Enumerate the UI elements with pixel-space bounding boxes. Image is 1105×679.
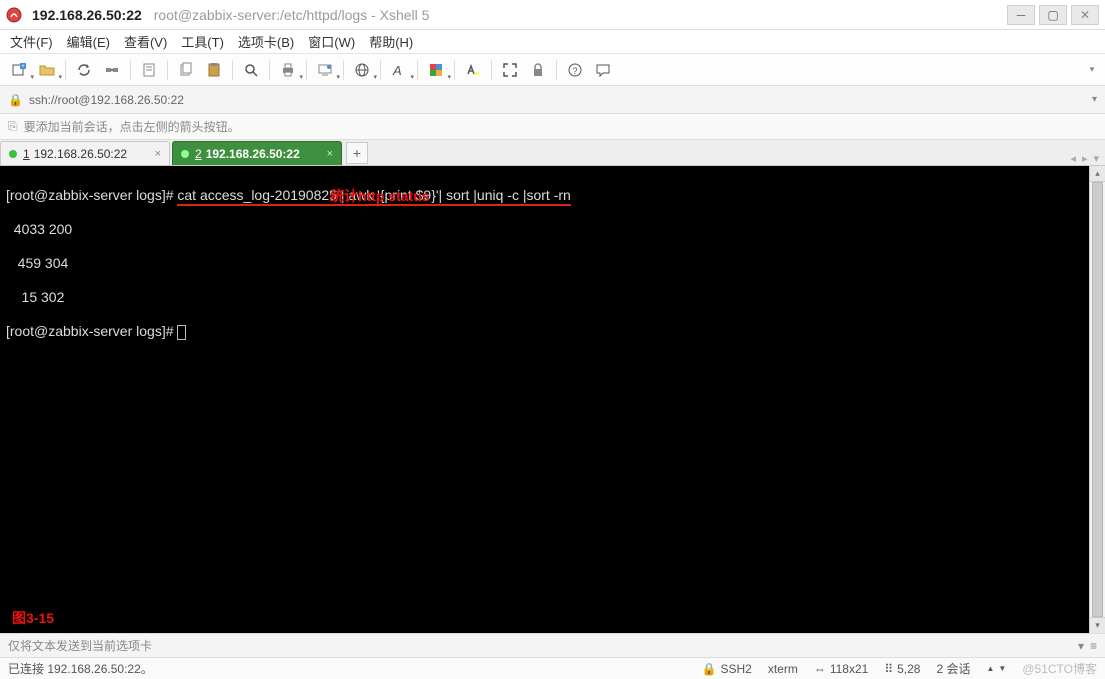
transfer-button[interactable]: ▾	[312, 58, 338, 82]
feedback-button[interactable]	[590, 58, 616, 82]
status-term: xterm	[768, 662, 798, 676]
scrollbar[interactable]: ▴ ▾	[1089, 166, 1105, 633]
copy-button[interactable]	[173, 58, 199, 82]
print-button[interactable]: ▾	[275, 58, 301, 82]
watermark: @51CTO博客	[1022, 660, 1097, 677]
status-bar: 已连接 192.168.26.50:22。 🔒SSH2 xterm ⇔ 118x2…	[0, 657, 1105, 679]
cursor	[177, 325, 186, 340]
tab-scroll-right-icon[interactable]: ▸	[1082, 152, 1088, 165]
menu-help[interactable]: 帮助(H)	[369, 32, 413, 51]
lock-icon: 🔒	[8, 93, 23, 107]
hint-bar: ⎘ 要添加当前会话，点击左侧的箭头按钮。	[0, 114, 1105, 140]
cursor-icon: ⠿	[884, 662, 893, 676]
prompt: [root@zabbix-server logs]#	[6, 323, 177, 339]
hint-text: 要添加当前会话，点击左侧的箭头按钮。	[24, 118, 240, 135]
prompt: [root@zabbix-server logs]#	[6, 187, 177, 203]
compose-hint: 仅将文本发送到当前选项卡	[8, 637, 152, 654]
output-line: 4033 200	[6, 221, 1083, 238]
status-dot-icon	[181, 150, 189, 158]
toolbar-overflow-button[interactable]: ▾	[1085, 58, 1099, 82]
color-scheme-button[interactable]: ▾	[423, 58, 449, 82]
maximize-button[interactable]: ▢	[1039, 5, 1067, 25]
font-button[interactable]: A▾	[386, 58, 412, 82]
fullscreen-button[interactable]	[497, 58, 523, 82]
compose-menu-icon[interactable]: ≡	[1090, 639, 1097, 653]
svg-text:A: A	[392, 63, 402, 78]
sessions-up-icon[interactable]: ▲	[987, 664, 995, 673]
reconnect-button[interactable]	[71, 58, 97, 82]
tab-2[interactable]: 2 192.168.26.50:22 ×	[172, 141, 342, 165]
terminal[interactable]: [root@zabbix-server logs]# cat access_lo…	[0, 166, 1089, 633]
compose-bar[interactable]: 仅将文本发送到当前选项卡 ▾ ≡	[0, 633, 1105, 657]
tab-1-number: 1	[23, 147, 30, 161]
close-button[interactable]: ✕	[1071, 5, 1099, 25]
menu-bar: 文件(F) 编辑(E) 查看(V) 工具(T) 选项卡(B) 窗口(W) 帮助(…	[0, 30, 1105, 54]
tab-1-close-icon[interactable]: ×	[147, 148, 161, 160]
address-bar[interactable]: 🔒 ssh://root@192.168.26.50:22 ▾	[0, 86, 1105, 114]
tab-1-label: 192.168.26.50:22	[34, 147, 127, 161]
menu-tabs[interactable]: 选项卡(B)	[238, 32, 294, 51]
title-host: 192.168.26.50:22	[32, 7, 142, 23]
status-cursor: 5,28	[897, 662, 920, 676]
minimize-button[interactable]: ─	[1007, 5, 1035, 25]
status-sessions: 2 会话	[936, 660, 970, 677]
output-line: 15 302	[6, 289, 1083, 306]
size-icon: ⇔	[814, 662, 826, 676]
paste-button[interactable]	[201, 58, 227, 82]
tab-scroll-left-icon[interactable]: ◂	[1070, 152, 1076, 165]
menu-window[interactable]: 窗口(W)	[308, 32, 355, 51]
scroll-thumb[interactable]	[1092, 182, 1103, 617]
sessions-down-icon[interactable]: ▼	[998, 664, 1006, 673]
hint-arrow-icon[interactable]: ⎘	[8, 119, 18, 134]
open-button[interactable]: ▾	[34, 58, 60, 82]
svg-text:+: +	[21, 64, 25, 70]
highlight-button[interactable]	[460, 58, 486, 82]
title-session: root@zabbix-server:/etc/httpd/logs - Xsh…	[154, 7, 1007, 23]
svg-text:?: ?	[572, 66, 577, 76]
status-size: 118x21	[830, 662, 868, 676]
compose-dropdown-icon[interactable]: ▾	[1078, 639, 1084, 653]
new-session-button[interactable]: +▾	[6, 58, 32, 82]
menu-file[interactable]: 文件(F)	[10, 32, 53, 51]
tab-1[interactable]: 1 192.168.26.50:22 ×	[0, 141, 170, 165]
address-url: ssh://root@192.168.26.50:22	[29, 93, 184, 107]
status-connection: 已连接 192.168.26.50:22。	[8, 660, 153, 677]
toolbar: +▾ ▾ ▾ ▾ ▾ A▾ ▾ ? ▾	[0, 54, 1105, 86]
scroll-up-button[interactable]: ▴	[1090, 166, 1105, 182]
encoding-button[interactable]: ▾	[349, 58, 375, 82]
properties-button[interactable]	[136, 58, 162, 82]
find-button[interactable]	[238, 58, 264, 82]
tab-2-close-icon[interactable]: ×	[319, 148, 333, 160]
status-dot-icon	[9, 150, 17, 158]
lock-icon: 🔒	[702, 662, 717, 676]
new-tab-button[interactable]: +	[346, 142, 368, 164]
figure-label: 图3-15	[12, 610, 54, 627]
tab-strip: 1 192.168.26.50:22 × 2 192.168.26.50:22 …	[0, 140, 1105, 166]
menu-tools[interactable]: 工具(T)	[181, 32, 224, 51]
menu-edit[interactable]: 编辑(E)	[67, 32, 110, 51]
annotation-label: 统计http status	[330, 188, 430, 205]
help-button[interactable]: ?	[562, 58, 588, 82]
tab-list-icon[interactable]: ▾	[1093, 152, 1099, 165]
app-icon	[6, 7, 22, 23]
disconnect-button[interactable]	[99, 58, 125, 82]
address-dropdown-icon[interactable]: ▾	[1092, 94, 1097, 105]
tab-2-label: 192.168.26.50:22	[206, 147, 300, 161]
lock-button[interactable]	[525, 58, 551, 82]
scroll-track[interactable]	[1090, 182, 1105, 617]
menu-view[interactable]: 查看(V)	[124, 32, 167, 51]
title-bar: 192.168.26.50:22 root@zabbix-server:/etc…	[0, 0, 1105, 30]
status-protocol: SSH2	[720, 662, 751, 676]
terminal-wrapper: [root@zabbix-server logs]# cat access_lo…	[0, 166, 1105, 633]
output-line: 459 304	[6, 255, 1083, 272]
scroll-down-button[interactable]: ▾	[1090, 617, 1105, 633]
tab-2-number: 2	[195, 147, 202, 161]
